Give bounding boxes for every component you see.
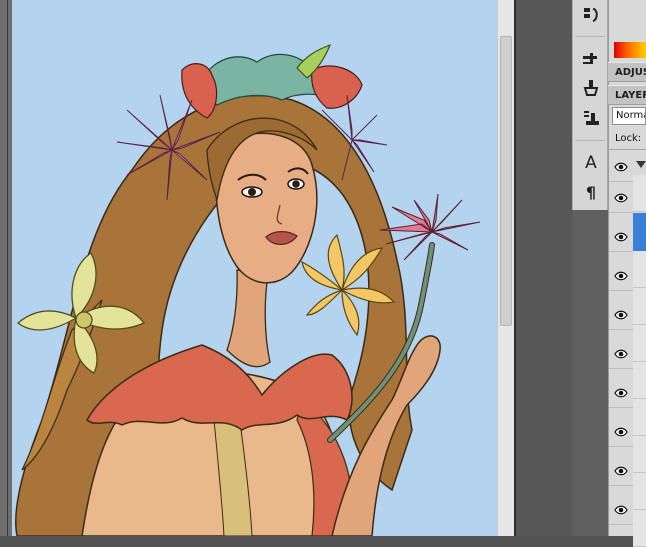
character-icon[interactable]: A (578, 151, 604, 175)
eye-icon[interactable] (614, 422, 628, 437)
color-spectrum-swatch[interactable] (614, 42, 646, 58)
eye-icon[interactable] (614, 500, 628, 515)
canvas-left-border-line (7, 0, 8, 536)
history-brush-icon[interactable] (578, 3, 604, 27)
panel-dock-empty (572, 210, 608, 536)
eye-icon[interactable] (614, 188, 628, 203)
layer-row[interactable] (633, 399, 646, 436)
blend-mode-select[interactable]: Norma (612, 107, 646, 125)
tool-presets-icon[interactable] (578, 106, 604, 130)
lock-label: Lock: (615, 133, 642, 144)
eye-icon[interactable] (614, 383, 628, 398)
workspace-gutter-edge (514, 0, 516, 536)
brush-presets-icon[interactable] (578, 46, 604, 70)
layer-row[interactable] (633, 288, 646, 325)
adjustments-tab[interactable]: ADJUS (608, 62, 646, 82)
paragraph-icon[interactable]: ¶ (578, 181, 604, 205)
clone-source-icon[interactable] (578, 76, 604, 100)
eye-icon[interactable] (614, 227, 628, 242)
tool-separator (575, 36, 605, 37)
eye-icon[interactable] (614, 461, 628, 476)
eye-icon[interactable] (614, 344, 628, 359)
layer-row[interactable] (633, 436, 646, 473)
panel-icon-strip (572, 0, 608, 210)
layers-tab[interactable]: LAYER (608, 85, 646, 105)
layer-row[interactable] (633, 510, 646, 547)
layer-row[interactable] (633, 325, 646, 362)
tool-separator (575, 140, 605, 141)
eye-icon[interactable] (614, 305, 628, 320)
canvas-left-border (0, 0, 12, 536)
vertical-scrollbar-thumb[interactable] (500, 36, 512, 326)
layer-row-selected[interactable] (633, 213, 646, 251)
layer-row[interactable] (633, 175, 646, 212)
group-expand-triangle-icon[interactable] (636, 161, 646, 168)
workspace-gutter (514, 0, 572, 536)
eye-icon[interactable] (614, 157, 628, 172)
layer-row[interactable] (633, 251, 646, 288)
document-canvas[interactable] (12, 0, 497, 536)
eye-icon[interactable] (614, 266, 628, 281)
layer-row[interactable] (633, 362, 646, 399)
neck (226, 269, 271, 368)
illustration (14, 43, 481, 536)
layer-row[interactable] (633, 473, 646, 510)
